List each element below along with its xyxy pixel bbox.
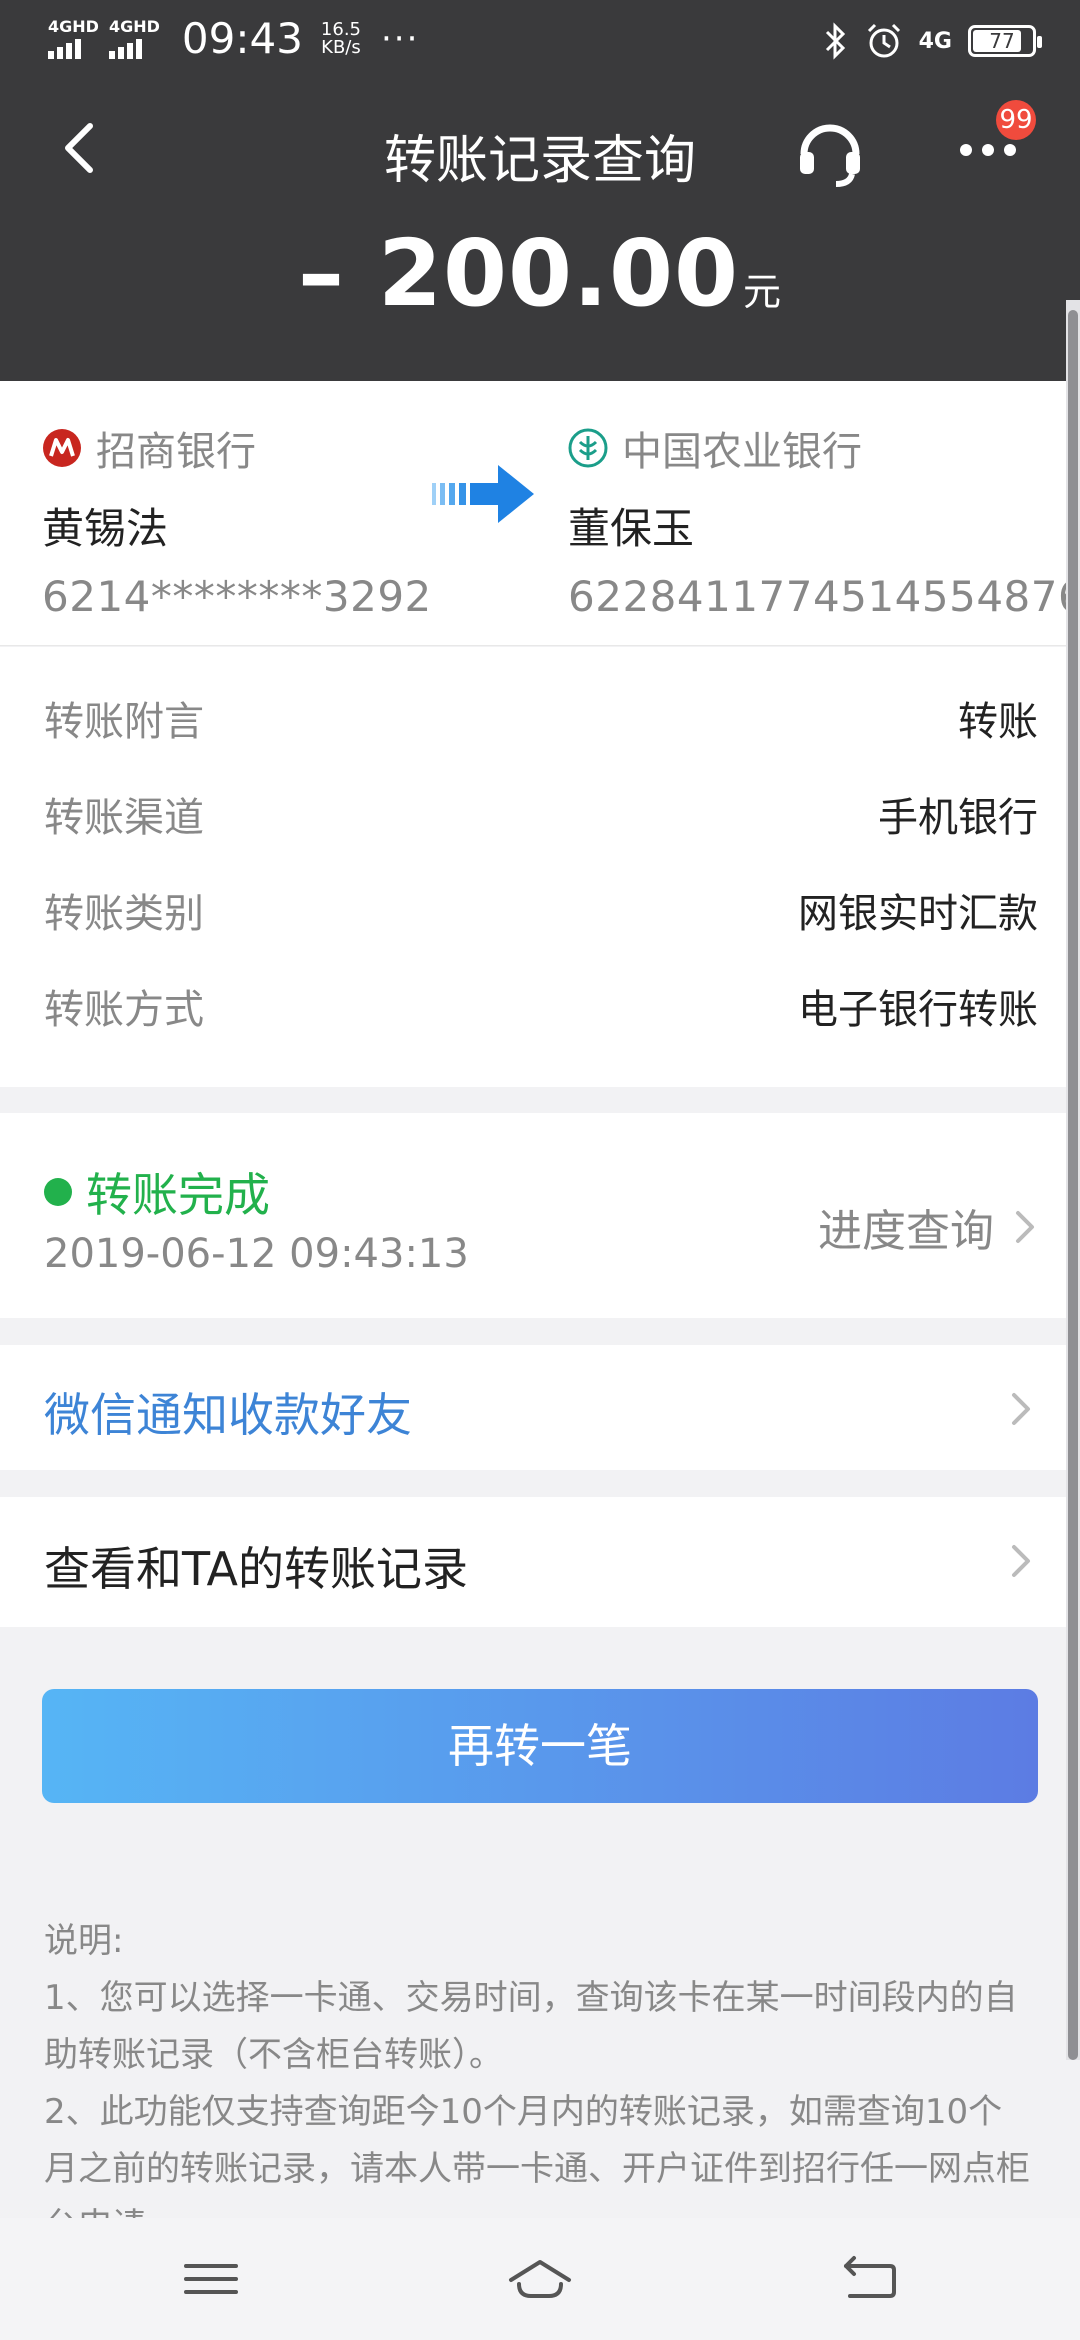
- payer-bank: 招商银行: [96, 429, 256, 475]
- amount-unit: 元: [743, 270, 783, 314]
- wechat-notify-row[interactable]: 微信通知收款好友: [0, 1345, 1066, 1470]
- detail-value: 电子银行转账: [798, 987, 1038, 1033]
- transfer-arrow-icon: [432, 465, 534, 523]
- progress-query-label: 进度查询: [818, 1206, 994, 1257]
- network-type-right: 4G: [918, 28, 952, 54]
- detail-label: 转账附言: [44, 699, 204, 745]
- amount-value: – 200.00: [297, 220, 740, 327]
- battery-level: 77: [989, 29, 1015, 53]
- wechat-notify-label: 微信通知收款好友: [44, 1388, 412, 1442]
- detail-value: 手机银行: [878, 795, 1038, 841]
- detail-row-method: 转账方式 电子银行转账: [44, 977, 1038, 1037]
- page-title: 转账记录查询: [383, 131, 696, 191]
- instructions-line-2: 2、此功能仅支持查询距今10个月内的转账记录，如需查询10个月之前的转账记录，请…: [44, 2092, 1030, 2218]
- status-dot-icon: [44, 1178, 72, 1206]
- transfer-details-card: 转账附言 转账 转账渠道 手机银行 转账类别 网银实时汇款 转账方式 电子银行转…: [0, 647, 1066, 1087]
- status-text: 转账完成: [86, 1168, 270, 1222]
- signal-bars-icon: [48, 37, 81, 59]
- instructions-title: 说明:: [44, 1921, 124, 1961]
- detail-value: 网银实时汇款: [798, 891, 1038, 937]
- transfer-history-row[interactable]: 查看和TA的转账记录: [0, 1497, 1066, 1627]
- detail-label: 转账类别: [44, 891, 204, 937]
- transfer-amount: – 200.00 元: [0, 220, 1080, 327]
- detail-label: 转账渠道: [44, 795, 204, 841]
- notification-more-icon: ···: [381, 18, 420, 59]
- payer: 招商银行 黄锡法 6214********3292: [42, 419, 432, 621]
- progress-query-link[interactable]: 进度查询: [818, 1195, 1040, 1259]
- chevron-right-icon: [1012, 1393, 1030, 1425]
- status-datetime: 2019-06-12 09:43:13: [44, 1231, 469, 1277]
- battery-icon: 77: [968, 25, 1042, 57]
- transfer-history-label: 查看和TA的转账记录: [44, 1542, 468, 1596]
- speed-unit: KB/s: [321, 36, 361, 58]
- back-icon[interactable]: [834, 2254, 904, 2304]
- menu-icon[interactable]: [176, 2254, 246, 2304]
- nav-bar: 转账记录查询: [0, 90, 1080, 210]
- header-area: 4GHD 4GHD 09:43 16.5 KB/s ··· 4G 77 转账记录…: [0, 0, 1080, 381]
- chevron-right-icon: [1016, 1211, 1034, 1243]
- signal-1: 4GHD: [48, 16, 99, 59]
- signal-bars-icon: [108, 37, 142, 59]
- signal-2: 4GHD: [108, 16, 160, 59]
- transfer-status-card: 转账完成 2019-06-12 09:43:13 进度查询: [0, 1113, 1066, 1318]
- payer-name: 黄锡法: [42, 504, 169, 553]
- network-type-1: 4GHD: [48, 16, 99, 36]
- instructions-line-1: 1、您可以选择一卡通、交易时间，查询该卡在某一时间段内的自助转账记录（不含柜台转…: [44, 1978, 1018, 2075]
- headset-icon[interactable]: [792, 112, 868, 188]
- scrollbar[interactable]: [1066, 300, 1080, 2060]
- payer-account: 6214********3292: [42, 572, 432, 621]
- system-nav-bar: [0, 2218, 1080, 2340]
- detail-label: 转账方式: [44, 987, 204, 1033]
- bluetooth-icon: [825, 22, 845, 60]
- status-bar: 4GHD 4GHD 09:43 16.5 KB/s ··· 4G 77: [0, 0, 1080, 80]
- network-type-2: 4GHD: [108, 16, 160, 36]
- detail-row-remark: 转账附言 转账: [44, 689, 1038, 749]
- transfer-again-button[interactable]: 再转一笔: [42, 1689, 1038, 1803]
- chevron-right-icon: [1012, 1545, 1030, 1577]
- transfer-parties-card: 招商银行 黄锡法 6214********3292 中国农业银行 董保玉 622…: [0, 381, 1080, 646]
- scrollbar-thumb[interactable]: [1068, 310, 1078, 2060]
- status-indicator: 转账完成: [44, 1159, 270, 1225]
- detail-value: 转账: [958, 699, 1038, 745]
- abc-logo-icon: [568, 428, 608, 468]
- detail-row-channel: 转账渠道 手机银行: [44, 785, 1038, 845]
- payee: 中国农业银行 董保玉 6228411774514554876: [568, 419, 1080, 621]
- clock: 09:43: [181, 14, 303, 63]
- notification-badge: 99: [996, 100, 1036, 140]
- home-icon[interactable]: [505, 2254, 575, 2304]
- cmb-logo-icon: [43, 429, 81, 467]
- payee-name: 董保玉: [568, 504, 695, 553]
- instructions: 说明: 1、您可以选择一卡通、交易时间，查询该卡在某一时间段内的自助转账记录（不…: [44, 1913, 1034, 2218]
- detail-row-category: 转账类别 网银实时汇款: [44, 881, 1038, 941]
- network-speed: 16.5 KB/s: [321, 20, 361, 58]
- payee-bank: 中国农业银行: [622, 429, 862, 475]
- alarm-icon: [867, 23, 900, 58]
- payee-account: 6228411774514554876: [568, 572, 1080, 621]
